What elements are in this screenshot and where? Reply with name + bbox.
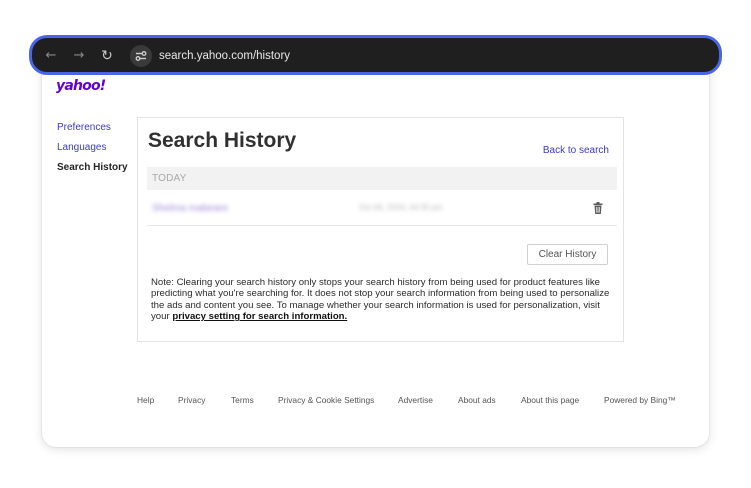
footer-advertise-link[interactable]: Advertise xyxy=(398,395,433,405)
back-to-search-link[interactable]: Back to search xyxy=(543,145,609,156)
footer-about-page-link[interactable]: About this page xyxy=(521,395,579,405)
history-timestamp: Oct 06, 2024, 04:35 pm xyxy=(359,203,443,212)
footer-about-ads-link[interactable]: About ads xyxy=(458,395,496,405)
sidebar-item-languages[interactable]: Languages xyxy=(57,141,128,154)
history-row: Shelma mabeare Oct 06, 2024, 04:35 pm xyxy=(147,191,617,226)
section-label: TODAY xyxy=(152,173,187,184)
forward-arrow-icon[interactable]: → xyxy=(70,47,88,65)
yahoo-logo[interactable]: yahoo! xyxy=(56,78,106,94)
sidebar: Preferences Languages Search History xyxy=(57,121,128,181)
footer-powered-by-bing[interactable]: Powered by Bing™ xyxy=(604,395,676,405)
search-history-panel: Search History Back to search TODAY Shel… xyxy=(137,117,624,342)
footer-privacy-link[interactable]: Privacy xyxy=(178,395,205,405)
site-info-icon[interactable] xyxy=(130,45,152,67)
history-query[interactable]: Shelma mabeare xyxy=(152,203,228,214)
privacy-settings-link[interactable]: privacy setting for search information. xyxy=(172,311,347,322)
clear-history-note: Note: Clearing your search history only … xyxy=(151,277,613,323)
sidebar-item-search-history[interactable]: Search History xyxy=(57,161,128,174)
clear-history-button[interactable]: Clear History xyxy=(527,244,608,265)
reload-icon[interactable]: ↻ xyxy=(98,47,116,65)
url-text[interactable]: search.yahoo.com/history xyxy=(159,48,290,64)
date-section-header: TODAY xyxy=(147,167,617,190)
back-arrow-icon[interactable]: ← xyxy=(42,47,60,65)
trash-icon[interactable] xyxy=(593,201,603,219)
sidebar-item-preferences[interactable]: Preferences xyxy=(57,121,128,134)
address-bar[interactable]: ← → ↻ search.yahoo.com/history xyxy=(29,35,722,75)
footer-terms-link[interactable]: Terms xyxy=(231,395,254,405)
page-title: Search History xyxy=(148,129,297,152)
footer-cookie-settings-link[interactable]: Privacy & Cookie Settings xyxy=(278,395,374,405)
footer-help-link[interactable]: Help xyxy=(137,395,154,405)
